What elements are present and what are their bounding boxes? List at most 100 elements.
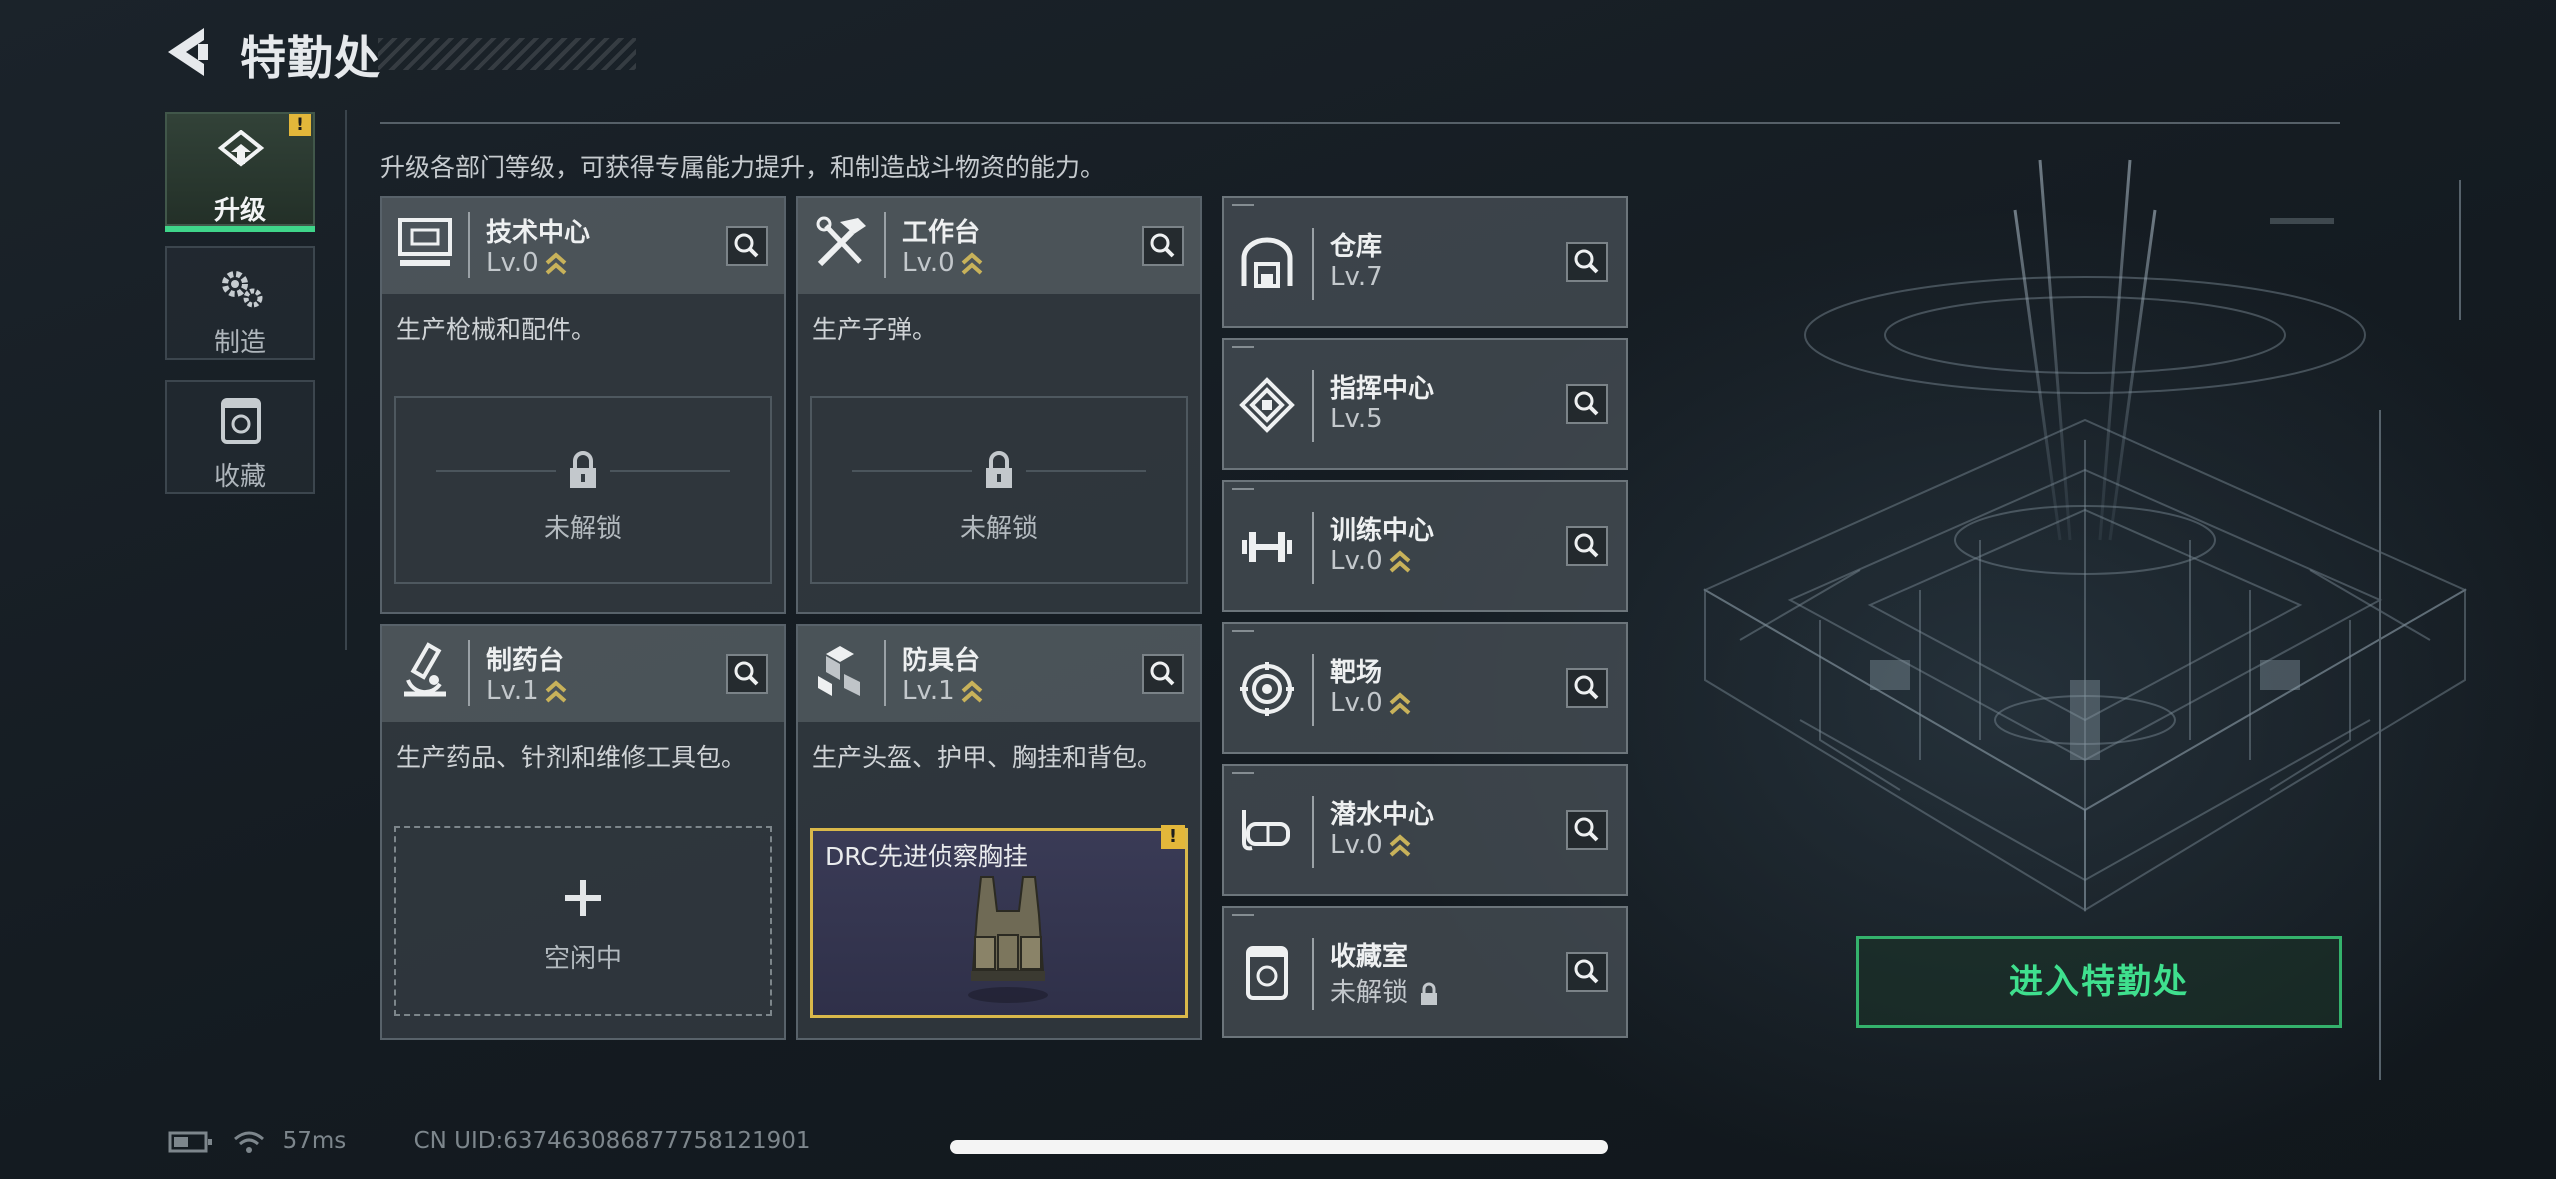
search-button[interactable] bbox=[1566, 384, 1608, 424]
dept-level: Lv.0 bbox=[1330, 546, 1383, 576]
divider bbox=[1312, 228, 1314, 300]
card-name: 防具台 bbox=[902, 646, 981, 676]
search-button[interactable] bbox=[1566, 526, 1608, 566]
card-level: Lv.1 bbox=[902, 676, 983, 706]
corner-mark bbox=[1232, 346, 1254, 348]
level-text: Lv.1 bbox=[486, 676, 539, 706]
level-up-chevron-icon bbox=[1389, 833, 1411, 856]
corner-mark bbox=[1232, 914, 1254, 916]
search-icon bbox=[1574, 817, 1599, 842]
search-icon bbox=[1574, 675, 1599, 700]
dept-level-wrap: Lv.0 bbox=[1330, 830, 1411, 860]
dept-training-center[interactable]: 训练中心 Lv.0 bbox=[1222, 480, 1628, 612]
tab-crafting[interactable]: 制造 bbox=[165, 246, 315, 360]
search-icon bbox=[1150, 661, 1175, 686]
tab-label: 制造 bbox=[213, 328, 266, 358]
level-up-chevron-icon bbox=[1389, 691, 1411, 714]
dept-warehouse[interactable]: 仓库 Lv.7 bbox=[1222, 196, 1628, 328]
tech-center-icon bbox=[398, 218, 452, 266]
divider bbox=[1312, 938, 1314, 1010]
target-icon bbox=[1240, 662, 1294, 716]
search-button[interactable] bbox=[1566, 810, 1608, 850]
search-button[interactable] bbox=[1566, 952, 1608, 992]
search-button[interactable] bbox=[726, 654, 768, 694]
lock-icon bbox=[986, 451, 1012, 488]
tab-upgrade[interactable]: 升级 ! bbox=[165, 112, 315, 232]
production-slot-locked: 未解锁 bbox=[810, 396, 1188, 584]
search-button[interactable] bbox=[1566, 668, 1608, 708]
battery-icon bbox=[168, 1131, 212, 1152]
level-text: Lv.0 bbox=[486, 248, 539, 278]
card-level: Lv.0 bbox=[486, 248, 567, 278]
production-slot-locked: 未解锁 bbox=[394, 396, 772, 584]
dept-diving-center[interactable]: 潜水中心 Lv.0 bbox=[1222, 764, 1628, 896]
intro-text: 升级各部门等级，可获得专属能力提升，和制造战斗物资的能力。 bbox=[380, 153, 1106, 182]
search-button[interactable] bbox=[726, 226, 768, 266]
back-arrow-icon[interactable] bbox=[160, 24, 216, 80]
search-button[interactable] bbox=[1566, 242, 1608, 282]
dept-name: 仓库 bbox=[1330, 232, 1383, 262]
lock-icon bbox=[1421, 982, 1438, 1005]
production-slot-idle[interactable]: 空闲中 bbox=[394, 826, 772, 1016]
active-tab-indicator bbox=[165, 226, 315, 232]
slot-status: 未解锁 bbox=[543, 514, 622, 544]
title-decoration bbox=[378, 38, 636, 70]
search-icon bbox=[734, 233, 759, 258]
divider bbox=[1312, 370, 1314, 442]
card-name: 工作台 bbox=[902, 218, 981, 248]
dumbbell-icon bbox=[1242, 532, 1292, 562]
search-button[interactable] bbox=[1142, 226, 1184, 266]
tab-label: 升级 bbox=[213, 196, 266, 226]
divider bbox=[468, 640, 470, 706]
crafting-item-slot[interactable]: DRC先进侦察胸挂 ! bbox=[810, 825, 1188, 1018]
dept-name: 靶场 bbox=[1330, 658, 1383, 688]
divider bbox=[884, 212, 886, 278]
search-icon bbox=[1150, 233, 1175, 258]
card-armor-bench[interactable]: 防具台 Lv.1 生产头盔、护甲、胸挂和背包。 DRC先进侦察胸挂 ! bbox=[796, 624, 1202, 1040]
card-workbench[interactable]: 工作台 Lv.0 生产子弹。 未解锁 bbox=[796, 196, 1202, 614]
dept-shooting-range[interactable]: 靶场 Lv.0 bbox=[1222, 622, 1628, 754]
tab-collection[interactable]: 收藏 bbox=[165, 380, 315, 494]
search-icon bbox=[1574, 249, 1599, 274]
microscope-icon bbox=[404, 642, 446, 697]
enter-facility-button[interactable]: 进入特勤处 bbox=[1856, 936, 2342, 1028]
page-title: 特勤处 bbox=[240, 31, 381, 85]
slot-status: 空闲中 bbox=[543, 944, 622, 974]
level-up-chevron-icon bbox=[545, 251, 567, 274]
divider bbox=[345, 110, 347, 650]
divider bbox=[468, 212, 470, 278]
divider bbox=[852, 470, 972, 472]
corner-mark bbox=[1232, 488, 1254, 490]
card-pharmacy[interactable]: 制药台 Lv.1 生产药品、针剂和维修工具包。 空闲中 bbox=[380, 624, 786, 1040]
home-indicator[interactable] bbox=[950, 1140, 1608, 1154]
card-description: 生产头盔、护甲、胸挂和背包。 bbox=[812, 743, 1163, 772]
add-icon bbox=[565, 880, 601, 916]
slot-status: 未解锁 bbox=[959, 514, 1038, 544]
diving-mask-icon bbox=[1242, 810, 1290, 851]
command-icon bbox=[1239, 377, 1295, 433]
divider bbox=[884, 640, 886, 706]
card-name: 技术中心 bbox=[486, 218, 591, 248]
dept-level: Lv.7 bbox=[1330, 262, 1383, 292]
dept-level: Lv.0 bbox=[1330, 830, 1383, 860]
dept-level: 未解锁 bbox=[1330, 978, 1409, 1008]
divider bbox=[1026, 470, 1146, 472]
dept-level-wrap: Lv.0 bbox=[1330, 688, 1411, 718]
divider bbox=[1312, 796, 1314, 868]
card-level: Lv.0 bbox=[902, 248, 983, 278]
card-tech-center[interactable]: 技术中心 Lv.0 生产枪械和配件。 未解锁 bbox=[380, 196, 786, 614]
level-up-chevron-icon bbox=[1389, 549, 1411, 572]
dept-command-center[interactable]: 指挥中心 Lv.5 bbox=[1222, 338, 1628, 470]
upgrade-icon bbox=[217, 130, 265, 167]
dept-name: 训练中心 bbox=[1330, 516, 1435, 546]
search-icon bbox=[1574, 391, 1599, 416]
divider bbox=[610, 470, 730, 472]
corner-mark bbox=[1232, 630, 1254, 632]
uid-text: CN UID:637463086877758121901 bbox=[413, 1128, 811, 1154]
gears-icon bbox=[222, 271, 263, 308]
divider bbox=[436, 470, 556, 472]
card-level: Lv.1 bbox=[486, 676, 567, 706]
dept-collection-room[interactable]: 收藏室 未解锁 bbox=[1222, 906, 1628, 1038]
divider bbox=[1312, 654, 1314, 726]
search-button[interactable] bbox=[1142, 654, 1184, 694]
